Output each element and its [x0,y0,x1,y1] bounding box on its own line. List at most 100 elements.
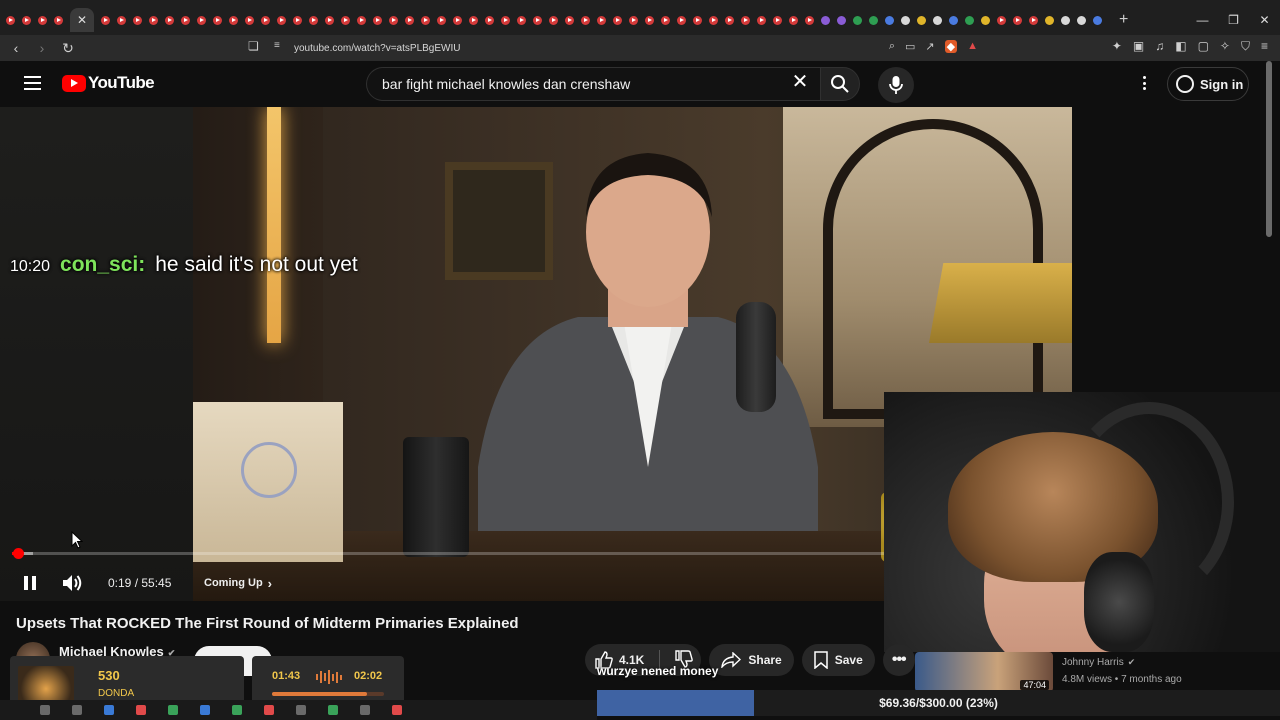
rewards-icon[interactable]: ▲ [967,40,978,53]
forward-icon[interactable]: › [32,40,52,56]
sign-in-button[interactable]: Sign in [1167,67,1249,101]
taskbar-app-icon[interactable] [264,705,274,715]
tab-youtube[interactable] [101,15,110,25]
tab-youtube[interactable] [117,15,126,25]
tab-youtube[interactable] [245,15,254,25]
restore-icon[interactable]: ❐ [1218,0,1249,40]
cast-icon[interactable]: ▭ [905,40,915,53]
taskbar-app-icon[interactable] [200,705,210,715]
screenshot-icon[interactable]: ▢ [1198,39,1209,54]
tab-youtube[interactable] [213,15,222,25]
tab-youtube[interactable] [725,15,734,25]
recommended-video-thumbnail[interactable]: 47:04 [915,652,1053,692]
tab-youtube[interactable] [533,15,542,25]
search-box[interactable] [366,67,820,101]
tab-youtube[interactable] [389,15,398,25]
back-icon[interactable]: ‹ [6,40,26,56]
tab-youtube[interactable] [133,15,142,25]
tab-youtube[interactable] [229,15,238,25]
voice-search-button[interactable] [878,67,914,103]
reload-icon[interactable]: ↻ [58,40,78,57]
search-input[interactable] [382,68,782,100]
tab-youtube[interactable] [501,15,510,25]
tab-white[interactable] [933,15,942,25]
tab-youtube[interactable] [789,15,798,25]
taskbar-app-icon[interactable] [392,705,402,715]
tab-youtube[interactable] [181,15,190,25]
tab-youtube[interactable] [613,15,622,25]
tab-youtube[interactable] [149,15,158,25]
close-window-icon[interactable]: ✕ [1249,0,1280,40]
tab-youtube[interactable] [629,15,638,25]
tab-youtube[interactable] [453,15,462,25]
taskbar-app-icon[interactable] [168,705,178,715]
taskbar-app-icon[interactable] [40,705,50,715]
share-page-icon[interactable]: ↗ [925,40,934,53]
taskbar-app-icon[interactable] [360,705,370,715]
tab-youtube[interactable] [197,15,206,25]
search-button[interactable] [820,67,860,101]
tab-youtube[interactable] [741,15,750,25]
taskbar-app-icon[interactable] [328,705,338,715]
tab-youtube[interactable] [997,15,1006,25]
tab-youtube[interactable] [341,15,350,25]
bookmark-icon[interactable]: ❏ [248,39,259,53]
tab-white[interactable] [1061,15,1070,25]
tab-youtube[interactable] [549,15,558,25]
tab-youtube[interactable] [22,15,31,25]
tab-yellow[interactable] [917,15,926,25]
more-actions-button[interactable]: ••• [882,644,915,676]
settings-kebab-icon[interactable] [1138,73,1150,93]
youtube-logo[interactable]: YouTube [62,73,155,93]
tab-youtube[interactable] [517,15,526,25]
volume-button[interactable] [62,563,84,601]
tab-blue[interactable] [949,15,958,25]
tab-active-close[interactable]: ✕ [70,8,94,32]
tab-youtube[interactable] [709,15,718,25]
zoom-icon[interactable]: ⌕ [889,40,895,53]
tab-purple[interactable] [821,15,830,25]
tab-youtube[interactable] [661,15,670,25]
taskbar-app-icon[interactable] [136,705,146,715]
clear-search-icon[interactable]: ✕ [790,72,810,92]
save-button[interactable]: Save [801,644,875,676]
tab-youtube[interactable] [437,15,446,25]
tab-yellow[interactable] [981,15,990,25]
omnibox[interactable]: youtube.com/watch?v=atsPLBgEWIU ⌕ ▭ ↗ ◆ … [244,37,988,59]
vpn-icon[interactable]: ⛉ [1241,39,1250,54]
page-scrollbar[interactable] [1265,61,1273,241]
tab-white[interactable] [901,15,910,25]
hamburger-menu-icon[interactable] [24,76,41,90]
extensions-icon[interactable]: ✦ [1112,39,1122,54]
tab-youtube[interactable] [565,15,574,25]
taskbar-app-icon[interactable] [232,705,242,715]
taskbar-app-icon[interactable] [72,705,82,715]
media-icon[interactable]: ♫ [1155,39,1164,54]
tab-youtube[interactable] [757,15,766,25]
tab-youtube[interactable] [405,15,414,25]
tab-green[interactable] [853,15,862,25]
tab-green[interactable] [869,15,878,25]
tab-youtube[interactable] [645,15,654,25]
tab-youtube[interactable] [38,15,47,25]
taskbar-app-icon[interactable] [296,705,306,715]
tab-youtube[interactable] [773,15,782,25]
tab-youtube[interactable] [309,15,318,25]
chapter-coming-up[interactable]: Coming Up › [204,563,272,601]
tab-youtube[interactable] [421,15,430,25]
tab-youtube[interactable] [1013,15,1022,25]
share-button[interactable]: Share [709,644,794,676]
wallet-icon[interactable]: ▣ [1133,39,1144,54]
tab-youtube[interactable] [469,15,478,25]
tab-green[interactable] [965,15,974,25]
site-info-icon[interactable]: ≡ [274,40,280,51]
tab-white[interactable] [1077,15,1086,25]
tab-youtube[interactable] [54,15,63,25]
tab-yellow[interactable] [1045,15,1054,25]
tab-youtube[interactable] [6,15,15,25]
new-tab-button[interactable]: + [1119,11,1128,29]
tab-youtube[interactable] [165,15,174,25]
tab-youtube[interactable] [293,15,302,25]
recommended-channel[interactable]: Johnny Harris ✔ [1062,657,1135,668]
tab-youtube[interactable] [693,15,702,25]
